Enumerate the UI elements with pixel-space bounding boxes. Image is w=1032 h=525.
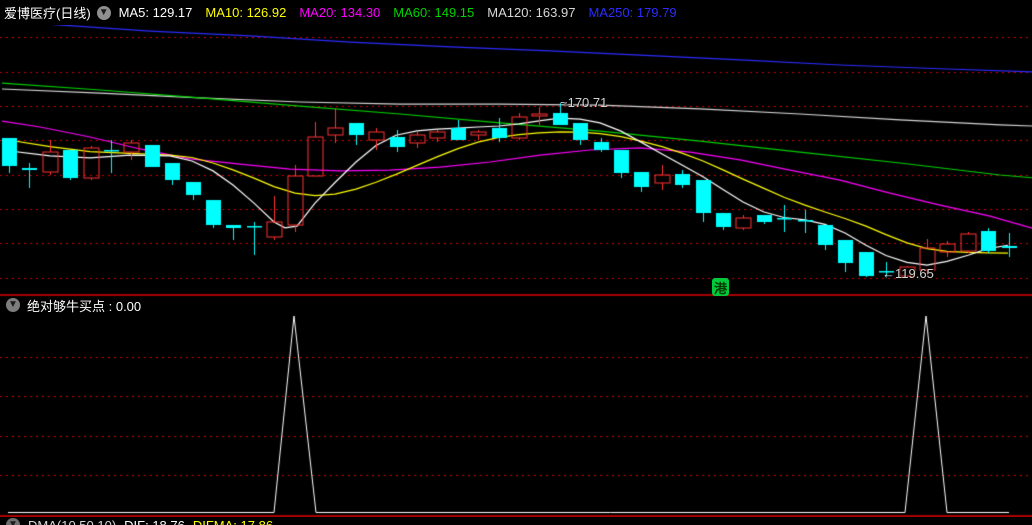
low-price-annotation: ←119.65 <box>882 266 934 281</box>
indicator-value-label: 绝对够牛买点 : 0.00 <box>27 298 142 314</box>
chevron-down-icon[interactable]: ▼ <box>6 298 20 312</box>
ma120-value-label: MA120: 163.97 <box>487 5 576 20</box>
trading-app-window: 爱博医疗(日线) ▼ MA5: 129.17 MA10: 126.92 MA20… <box>0 0 1032 525</box>
hk-connect-badge: 港 <box>712 278 729 296</box>
chevron-down-icon[interactable]: ▼ <box>96 5 111 20</box>
ma10-value-label: MA10: 126.92 <box>205 5 287 20</box>
ma5-value-label: MA5: 129.17 <box>118 5 193 20</box>
dif-value-label: DIF: 18.76 <box>124 517 185 525</box>
dma-params-label: DMA(10,50,10) <box>28 517 117 525</box>
ma20-value-label: MA20: 134.30 <box>299 5 381 20</box>
high-price-annotation: ~170.71 <box>560 95 608 110</box>
main-chart-header: 爱博医疗(日线) ▼ MA5: 129.17 MA10: 126.92 MA20… <box>0 0 1032 25</box>
ma250-value-label: MA250: 179.79 <box>588 5 677 20</box>
indicator-header: ▼ 绝对够牛买点 : 0.00 <box>0 297 1032 314</box>
price-chart-canvas[interactable] <box>0 0 1032 525</box>
ma60-value-label: MA60: 149.15 <box>393 5 475 20</box>
footer-indicator-bar: ▼ DMA(10,50,10) DIF: 18.76 DIFMA: 17.86 <box>0 517 1032 525</box>
ma-legend: MA5: 129.17 MA10: 126.92 MA20: 134.30 MA… <box>119 5 677 20</box>
difma-value-label: DIFMA: 17.86 <box>192 517 274 525</box>
stock-title: 爱博医疗(日线) <box>4 6 91 21</box>
chevron-icon[interactable]: ▼ <box>6 518 20 525</box>
